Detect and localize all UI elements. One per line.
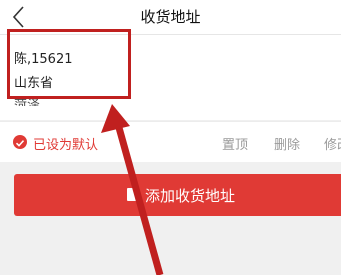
add-address-button[interactable]: 添加收货地址 (14, 174, 341, 216)
add-address-label: 添加收货地址 (145, 187, 236, 205)
annotation-highlight-box (7, 29, 131, 99)
book-icon (127, 188, 139, 201)
address-actions: 已设为默认 置顶 删除 修改 (0, 121, 341, 162)
set-top-button[interactable]: 置顶 (222, 134, 248, 153)
edit-button[interactable]: 修改 (324, 134, 341, 153)
delete-button[interactable]: 删除 (274, 134, 300, 153)
check-circle-icon[interactable] (13, 135, 27, 149)
default-label[interactable]: 已设为默认 (33, 134, 98, 153)
